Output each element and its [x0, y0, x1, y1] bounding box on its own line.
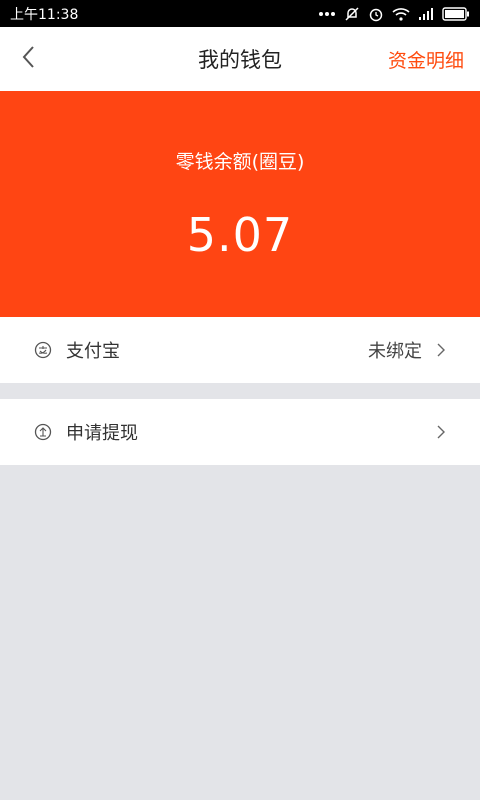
chevron-right-icon [436, 424, 446, 440]
wifi-icon [392, 7, 410, 21]
status-bar: 上午11:38 [0, 0, 480, 27]
more-dots-icon [318, 11, 336, 17]
status-time: 上午11:38 [10, 6, 79, 23]
signal-icon [418, 7, 434, 20]
alipay-status: 未绑定 [368, 341, 422, 362]
back-button[interactable] [12, 43, 44, 75]
balance-label: 零钱余额(圈豆) [175, 151, 305, 173]
alipay-row[interactable]: 支付宝 未绑定 [0, 317, 480, 383]
status-icons [318, 6, 470, 22]
battery-icon [442, 6, 470, 21]
mute-bell-icon [344, 6, 360, 22]
alarm-icon [368, 6, 384, 22]
balance-value: 5.07 [186, 208, 294, 262]
alipay-icon [34, 341, 52, 359]
chevron-left-icon [21, 45, 35, 73]
withdraw-row[interactable]: 申请提现 [0, 399, 480, 465]
withdraw-icon [34, 423, 52, 441]
chevron-right-icon [436, 342, 446, 358]
fund-details-link[interactable]: 资金明细 [388, 27, 464, 91]
page-title: 我的钱包 [198, 48, 282, 72]
alipay-label: 支付宝 [66, 341, 120, 362]
balance-card: 零钱余额(圈豆) 5.07 [0, 91, 480, 317]
withdraw-label: 申请提现 [66, 423, 138, 444]
nav-bar: 我的钱包 资金明细 [0, 27, 480, 91]
